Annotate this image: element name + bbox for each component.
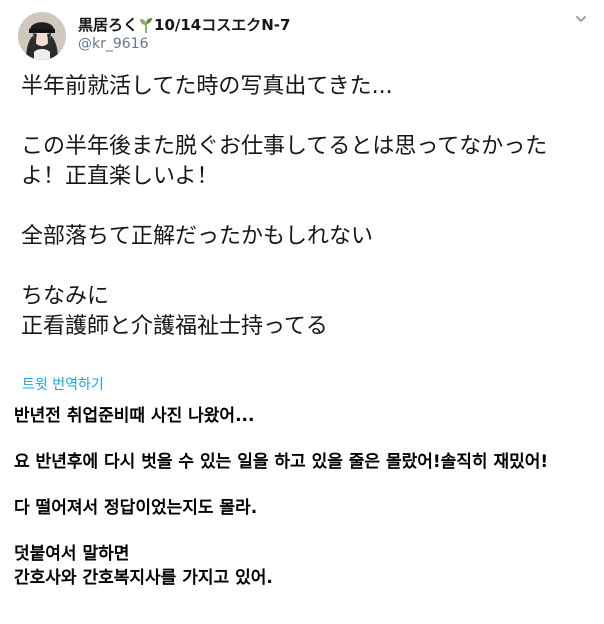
tweet-paragraph: 全部落ちて正解だったかもしれない bbox=[21, 224, 374, 249]
tweet-paragraph: この半年後また脱ぐお仕事してるとは思ってなかったよ！正直楽しいよ！ bbox=[21, 134, 548, 189]
translation-paragraph: 다 떨어져서 정답이었는지도 몰라. bbox=[14, 498, 258, 518]
translate-tweet-link[interactable]: 트윗 번역하기 bbox=[22, 374, 104, 394]
translation-paragraph: 요 반년후에 다시 벗을 수 있는 일을 하고 있을 줄은 몰랐어!솔직히 재밌… bbox=[14, 452, 549, 472]
chevron-down-icon[interactable] bbox=[574, 12, 588, 26]
tweet-paragraph: 半年前就活してた時の写真出てきた... bbox=[21, 74, 393, 99]
translation-paragraph: 덧붙여서 말하면 간호사와 간호복지사를 가지고 있어. bbox=[14, 544, 273, 588]
avatar-image bbox=[18, 12, 66, 60]
tweet-card: 黒居ろく 10/14コスエクN-7 @kr_9616 半年前就活してた時の写真出… bbox=[0, 0, 604, 400]
avatar[interactable] bbox=[18, 12, 66, 60]
translation-paragraph: 반년전 취업준비때 사진 나왔어... bbox=[14, 406, 255, 426]
tweet-text: 半年前就活してた時の写真出てきた... この半年後また脱ぐお仕事してるとは思って… bbox=[21, 72, 591, 342]
display-name-suffix: 10/14コスエクN-7 bbox=[154, 16, 291, 34]
sprout-icon bbox=[140, 17, 153, 33]
display-name[interactable]: 黒居ろく 10/14コスエクN-7 bbox=[78, 14, 290, 35]
display-name-text: 黒居ろく bbox=[78, 16, 139, 34]
korean-translation: 반년전 취업준비때 사진 나왔어... 요 반년후에 다시 벗을 수 있는 일을… bbox=[14, 404, 594, 590]
user-handle[interactable]: @kr_9616 bbox=[78, 36, 149, 52]
tweet-paragraph: ちなみに 正看護師と介護福祉士持ってる bbox=[21, 284, 328, 339]
